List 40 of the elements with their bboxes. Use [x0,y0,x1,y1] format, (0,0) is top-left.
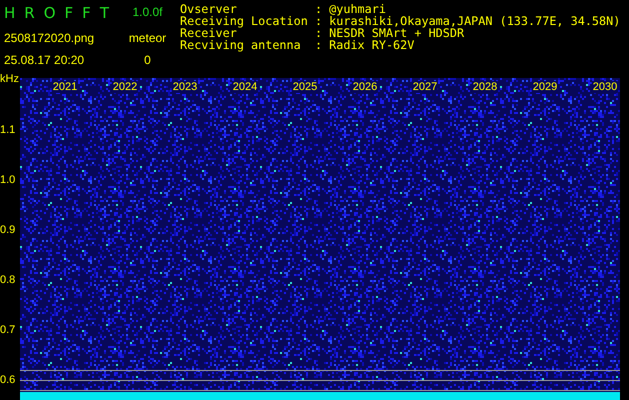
y-axis-label: 0.9 [0,224,16,236]
title-letter: T [100,3,109,24]
title-letter: O [44,3,56,24]
x-axis-label: 2030 [592,81,618,93]
info-label: Recviving antenna [180,39,302,51]
x-axis-label: 2023 [172,81,198,93]
info-value: kurashiki,Okayama,JAPAN (133.77E, 34.58N) [329,15,620,27]
y-axis-label: 0.6 [0,374,16,386]
y-axis-label: 0.8 [0,274,16,286]
title-letter: F [64,3,74,24]
info-label: Receiver [180,27,237,39]
x-axis-label: 2028 [472,81,498,93]
version-text: 1.0.0f [132,4,163,21]
info-separator: : [314,39,324,51]
x-axis-label: 2024 [232,81,258,93]
title-letter: F [82,3,91,24]
info-separator: : [314,15,324,27]
info-value: @yuhmari [329,3,386,15]
detection-count: 0 [144,52,151,69]
info-value: Radix RY-62V [329,39,414,51]
title-letter: R [24,3,35,24]
x-axis-label: 2022 [112,81,138,93]
info-label: Ovserver [180,3,238,15]
x-axis-label: 2029 [532,81,558,93]
x-axis-label: 2026 [352,81,378,93]
y-axis-label: 1.0 [0,174,16,186]
x-axis-label: 2021 [52,81,78,93]
axis-unit: kHz [0,73,19,85]
info-value: NESDR SMArt + HDSDR [329,27,464,39]
info-separator: : [314,3,324,15]
y-axis-label: 0.7 [0,324,16,336]
title-letter: H [4,3,16,24]
filename-text: 2508172020.png [4,30,94,46]
x-axis-label: 2027 [412,81,438,93]
timestamp-text: 25.08.17 20:20 [4,52,84,68]
info-separator: : [314,27,324,39]
info-label: Receiving Location [180,15,309,27]
detection-label: meteor [128,30,166,47]
x-axis-label: 2025 [292,81,318,93]
y-axis-label: 1.1 [0,124,16,136]
